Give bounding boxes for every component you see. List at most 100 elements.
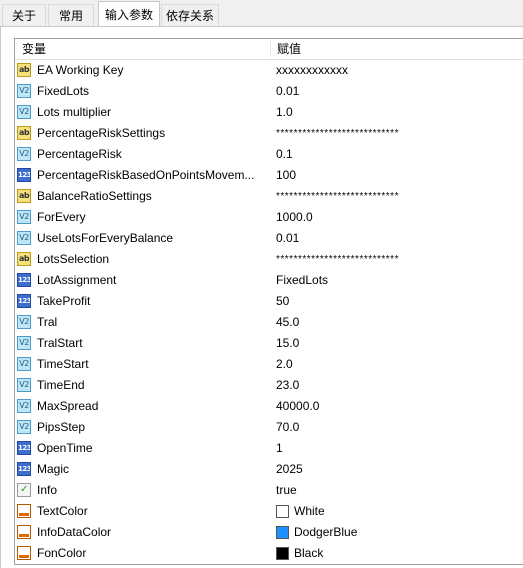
parameter-name: FixedLots bbox=[37, 84, 90, 98]
color-icon bbox=[17, 546, 31, 560]
column-separator[interactable] bbox=[270, 41, 271, 57]
parameter-value[interactable]: 1 bbox=[276, 438, 283, 459]
parameter-name: TimeEnd bbox=[37, 378, 85, 392]
table-row[interactable]: 123 LotAssignment FixedLots bbox=[15, 270, 523, 291]
parameter-name: InfoDataColor bbox=[37, 525, 112, 539]
table-row[interactable]: FonColor Black bbox=[15, 543, 523, 564]
parameter-value[interactable]: xxxxxxxxxxxx bbox=[276, 60, 348, 81]
parameter-value[interactable]: **************************** bbox=[276, 186, 399, 207]
parameter-value[interactable]: 70.0 bbox=[276, 417, 299, 438]
string-icon: ab bbox=[17, 126, 31, 140]
table-row[interactable]: ab BalanceRatioSettings ******************… bbox=[15, 186, 523, 207]
parameter-value[interactable]: true bbox=[276, 480, 297, 501]
parameter-name: Info bbox=[37, 483, 58, 497]
tab-common[interactable]: 常用 bbox=[48, 4, 94, 26]
tab-about[interactable]: 关于 bbox=[2, 4, 46, 26]
table-row[interactable]: V2 Tral 45.0 bbox=[15, 312, 523, 333]
parameter-name: EA Working Key bbox=[37, 63, 124, 77]
table-row[interactable]: 123 Magic 2025 bbox=[15, 459, 523, 480]
double-icon: V2 bbox=[17, 378, 31, 392]
parameter-value[interactable]: **************************** bbox=[276, 249, 399, 270]
parameter-name: TralStart bbox=[37, 336, 83, 350]
table-row[interactable]: ab EA Working Key xxxxxxxxxxxx bbox=[15, 60, 523, 81]
parameter-name: TakeProfit bbox=[37, 294, 91, 308]
parameter-value[interactable]: 45.0 bbox=[276, 312, 299, 333]
parameter-value[interactable]: **************************** bbox=[276, 123, 399, 144]
grid-header: 变量 赋值 bbox=[15, 39, 523, 60]
parameter-value[interactable]: 2025 bbox=[276, 459, 303, 480]
table-row[interactable]: ab LotsSelection *************************… bbox=[15, 249, 523, 270]
parameter-value[interactable]: 23.0 bbox=[276, 375, 299, 396]
table-row[interactable]: V2 Lots multiplier 1.0 bbox=[15, 102, 523, 123]
parameter-name: UseLotsForEveryBalance bbox=[37, 231, 174, 245]
parameter-name: OpenTime bbox=[37, 441, 93, 455]
parameter-value[interactable]: 0.01 bbox=[276, 228, 299, 249]
parameter-name: Tral bbox=[37, 315, 58, 329]
table-row[interactable]: 123 TakeProfit 50 bbox=[15, 291, 523, 312]
column-header-variable[interactable]: 变量 bbox=[22, 39, 46, 59]
parameter-value[interactable]: 2.0 bbox=[276, 354, 293, 375]
parameter-name: Magic bbox=[37, 462, 70, 476]
parameter-name: BalanceRatioSettings bbox=[37, 189, 152, 203]
color-icon-stripe bbox=[19, 534, 29, 537]
parameter-value[interactable]: DodgerBlue bbox=[294, 522, 357, 543]
parameter-value[interactable]: Black bbox=[294, 543, 323, 564]
table-row[interactable]: V2 TimeStart 2.0 bbox=[15, 354, 523, 375]
table-row[interactable]: ab PercentageRiskSettings ****************… bbox=[15, 123, 523, 144]
color-swatch[interactable] bbox=[276, 526, 289, 539]
table-row[interactable]: TextColor White bbox=[15, 501, 523, 522]
color-swatch[interactable] bbox=[276, 547, 289, 560]
parameter-name: TextColor bbox=[37, 504, 88, 518]
parameter-value[interactable]: White bbox=[294, 501, 325, 522]
parameter-value[interactable]: 1.0 bbox=[276, 102, 293, 123]
parameter-value[interactable]: 0.1 bbox=[276, 144, 293, 165]
table-row[interactable]: ✓ Info true bbox=[15, 480, 523, 501]
tab-input-parameters[interactable]: 输入参数 bbox=[98, 1, 160, 27]
parameter-value[interactable]: 40000.0 bbox=[276, 396, 319, 417]
column-header-value[interactable]: 赋值 bbox=[277, 39, 301, 59]
table-row[interactable]: V2 PipsStep 70.0 bbox=[15, 417, 523, 438]
parameter-value[interactable]: 1000.0 bbox=[276, 207, 313, 228]
double-icon: V2 bbox=[17, 315, 31, 329]
table-row[interactable]: V2 UseLotsForEveryBalance 0.01 bbox=[15, 228, 523, 249]
double-icon: V2 bbox=[17, 399, 31, 413]
color-icon-stripe bbox=[19, 555, 29, 558]
table-row[interactable]: InfoDataColor DodgerBlue bbox=[15, 522, 523, 543]
integer-icon: 123 bbox=[17, 462, 31, 476]
double-icon: V2 bbox=[17, 105, 31, 119]
table-row[interactable]: 123 PercentageRiskBasedOnPointsMovem... 10… bbox=[15, 165, 523, 186]
integer-icon: 123 bbox=[17, 441, 31, 455]
parameter-value[interactable]: 100 bbox=[276, 165, 296, 186]
grid-rows: ab EA Working Key xxxxxxxxxxxx V2 FixedLots 0… bbox=[15, 60, 523, 564]
table-row[interactable]: V2 TralStart 15.0 bbox=[15, 333, 523, 354]
double-icon: V2 bbox=[17, 210, 31, 224]
parameter-value[interactable]: 15.0 bbox=[276, 333, 299, 354]
color-icon bbox=[17, 504, 31, 518]
parameter-name: PercentageRisk bbox=[37, 147, 122, 161]
double-icon: V2 bbox=[17, 231, 31, 245]
string-icon: ab bbox=[17, 189, 31, 203]
table-row[interactable]: 123 OpenTime 1 bbox=[15, 438, 523, 459]
double-icon: V2 bbox=[17, 336, 31, 350]
table-row[interactable]: V2 ForEvery 1000.0 bbox=[15, 207, 523, 228]
table-row[interactable]: V2 TimeEnd 23.0 bbox=[15, 375, 523, 396]
table-row[interactable]: V2 PercentageRisk 0.1 bbox=[15, 144, 523, 165]
integer-icon: 123 bbox=[17, 168, 31, 182]
parameter-value[interactable]: 0.01 bbox=[276, 81, 299, 102]
parameters-grid: 变量 赋值 ab EA Working Key xxxxxxxxxxxx V2 Fixe… bbox=[14, 38, 523, 565]
tab-dependencies[interactable]: 依存关系 bbox=[161, 4, 219, 26]
parameter-name: TimeStart bbox=[37, 357, 89, 371]
double-icon: V2 bbox=[17, 420, 31, 434]
parameter-value[interactable]: FixedLots bbox=[276, 270, 328, 291]
table-row[interactable]: V2 FixedLots 0.01 bbox=[15, 81, 523, 102]
parameter-value[interactable]: 50 bbox=[276, 291, 289, 312]
double-icon: V2 bbox=[17, 84, 31, 98]
color-icon-stripe bbox=[19, 513, 29, 516]
integer-icon: 123 bbox=[17, 273, 31, 287]
color-swatch[interactable] bbox=[276, 505, 289, 518]
table-row[interactable]: V2 MaxSpread 40000.0 bbox=[15, 396, 523, 417]
parameter-name: PercentageRiskSettings bbox=[37, 126, 166, 140]
bool-icon: ✓ bbox=[17, 483, 31, 497]
parameter-name: PipsStep bbox=[37, 420, 86, 434]
parameter-name: Lots multiplier bbox=[37, 105, 112, 119]
